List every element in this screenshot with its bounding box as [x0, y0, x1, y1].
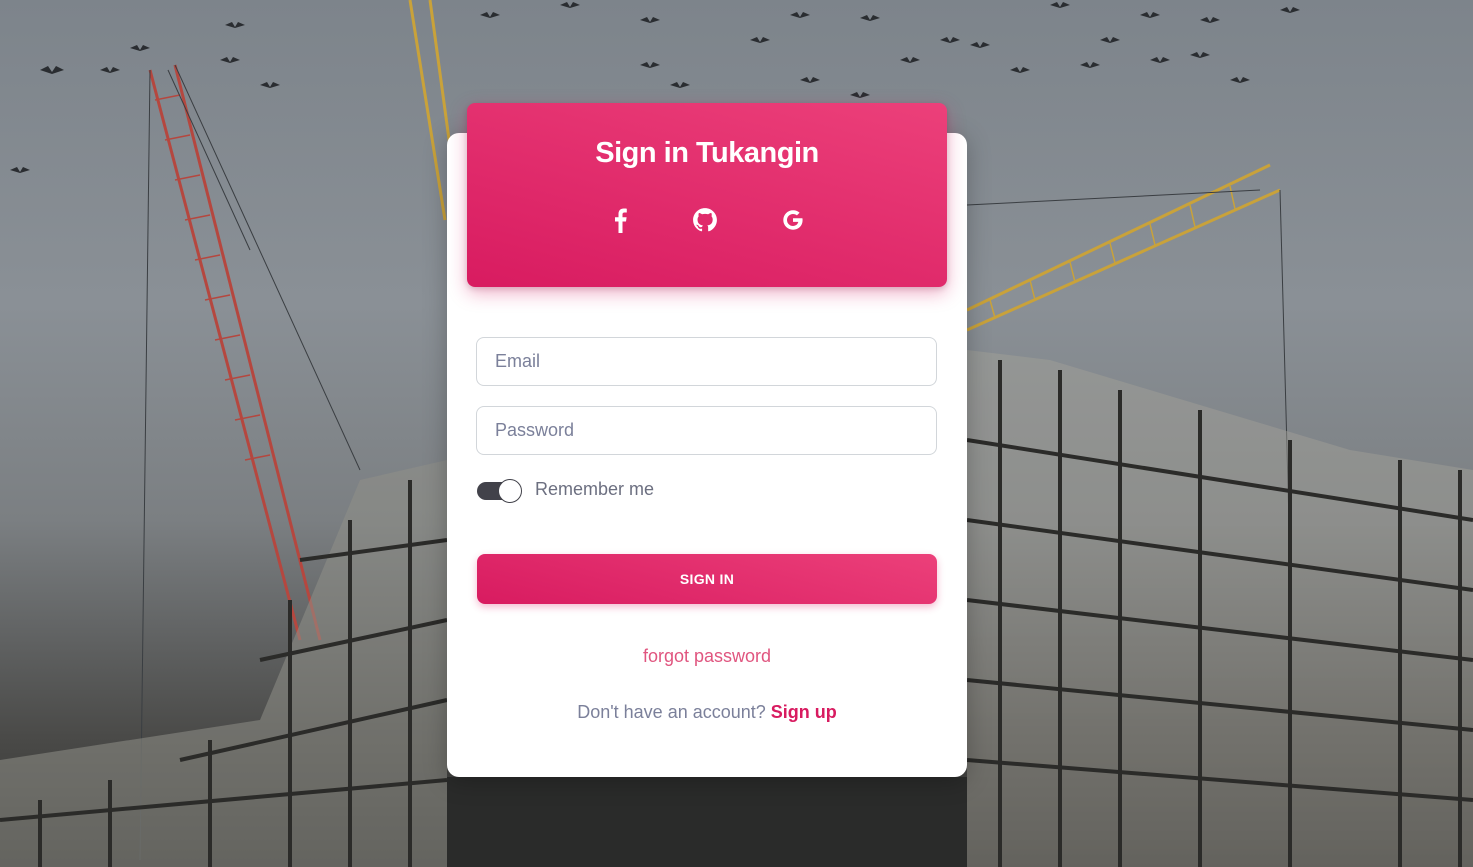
page-title: Sign in Tukangin — [595, 137, 819, 169]
sign-up-link[interactable]: Sign up — [771, 702, 837, 722]
remember-me-label: Remember me — [535, 479, 655, 499]
google-icon[interactable] — [779, 206, 807, 234]
sign-in-button[interactable]: SIGN IN — [477, 554, 937, 604]
no-account-text: Don't have an account? — [577, 702, 766, 722]
forgot-password-link[interactable]: forgot password — [447, 646, 967, 667]
facebook-icon[interactable] — [606, 206, 634, 234]
email-field[interactable] — [476, 337, 937, 386]
card-header: Sign in Tukangin — [467, 103, 947, 287]
toggle-knob — [498, 479, 522, 503]
password-field[interactable] — [476, 406, 937, 455]
github-icon[interactable] — [691, 206, 719, 234]
remember-me-toggle[interactable] — [476, 478, 522, 504]
signup-prompt: Don't have an account? Sign up — [447, 702, 967, 723]
